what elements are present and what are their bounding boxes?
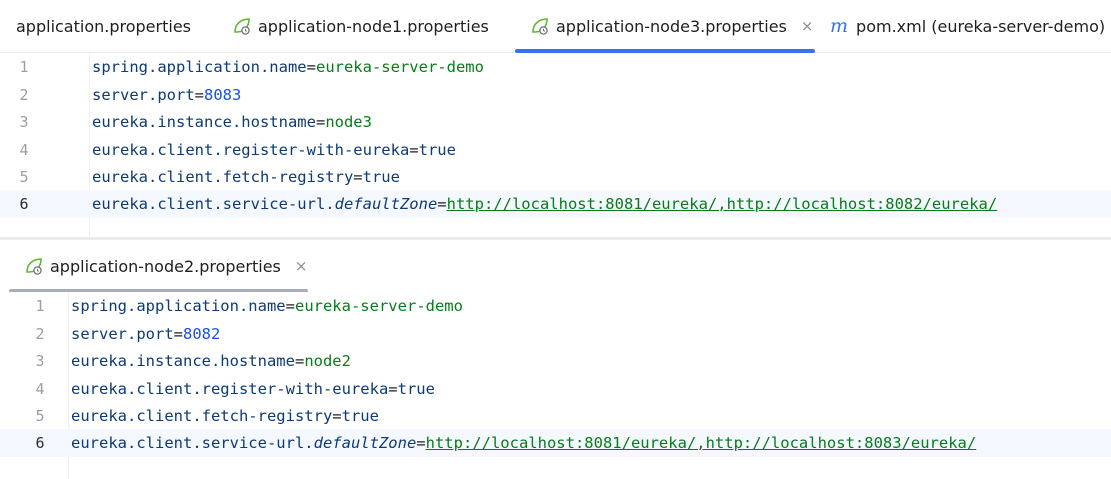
property-key: eureka.client.service-url. xyxy=(71,434,314,452)
line-number: 5 xyxy=(19,168,29,186)
bottom-editor-tab-bar: application-node2.properties × xyxy=(0,240,1111,293)
bottom-editor-pane[interactable]: 1 spring.application.name=eureka-server-… xyxy=(0,292,1111,479)
code-line[interactable]: 3 eureka.instance.hostname=node2 xyxy=(0,347,1111,375)
property-value: true xyxy=(362,168,400,186)
equals-sign: = xyxy=(285,297,295,315)
code-line[interactable]: 3 eureka.instance.hostname=node3 xyxy=(0,108,1111,136)
property-key: eureka.client.register-with-eureka xyxy=(71,380,389,398)
equals-sign: = xyxy=(416,434,426,452)
property-key: eureka.client.service-url. xyxy=(92,195,335,213)
property-key: spring.application.name xyxy=(71,297,286,315)
tab-label: application.properties xyxy=(16,16,191,36)
tab-application-node1-properties[interactable]: application-node1.properties xyxy=(232,0,489,52)
line-number: 6 xyxy=(19,195,29,213)
property-value: eureka-server-demo xyxy=(294,297,463,315)
equals-sign: = xyxy=(294,352,305,370)
line-number: 5 xyxy=(35,407,45,425)
spring-leaf-icon xyxy=(232,16,252,36)
tab-label: pom.xml (eureka-server-demo) xyxy=(856,16,1106,36)
equals-sign: = xyxy=(353,168,363,186)
spring-leaf-icon xyxy=(530,16,550,36)
tab-application-properties[interactable]: application.properties xyxy=(16,0,191,52)
code-line-current[interactable]: 6 eureka.client.service-url.defaultZone=… xyxy=(0,429,1111,457)
line-number: 3 xyxy=(35,352,45,370)
property-key: server.port xyxy=(71,325,174,343)
line-number: 1 xyxy=(35,297,45,315)
line-number: 6 xyxy=(35,434,45,452)
spring-leaf-icon xyxy=(24,256,44,276)
code-line[interactable]: 1 spring.application.name=eureka-server-… xyxy=(0,53,1111,81)
property-key: eureka.instance.hostname xyxy=(92,113,316,131)
line-number: 2 xyxy=(35,325,45,343)
equals-sign: = xyxy=(194,86,204,104)
property-value: true xyxy=(341,407,379,425)
line-number: 3 xyxy=(19,113,29,131)
property-key: eureka.instance.hostname xyxy=(71,352,295,370)
close-icon[interactable]: × xyxy=(801,17,814,35)
equals-sign: = xyxy=(173,325,183,343)
top-editor-pane[interactable]: 1 spring.application.name=eureka-server-… xyxy=(0,53,1111,238)
line-number: 2 xyxy=(19,86,29,104)
url-link[interactable]: http://localhost:8081/eureka/,http://loc… xyxy=(447,195,998,213)
code-line[interactable]: 5 eureka.client.fetch-registry=true xyxy=(0,402,1111,430)
property-value: 8083 xyxy=(204,86,242,104)
line-number: 1 xyxy=(19,58,29,76)
equals-sign: = xyxy=(409,141,419,159)
equals-sign: = xyxy=(437,195,447,213)
code-line[interactable]: 4 eureka.client.register-with-eureka=tru… xyxy=(0,375,1111,403)
property-key: eureka.client.fetch-registry xyxy=(92,168,354,186)
property-key-italic: defaultZone xyxy=(313,434,417,452)
property-value: true xyxy=(418,141,456,159)
tab-application-node2-properties[interactable]: application-node2.properties × xyxy=(24,240,307,292)
code-line[interactable]: 4 eureka.client.register-with-eureka=tru… xyxy=(0,136,1111,164)
code-line[interactable]: 5 eureka.client.fetch-registry=true xyxy=(0,163,1111,191)
top-editor-tab-bar: application.properties application-node1… xyxy=(0,0,1111,53)
property-key: spring.application.name xyxy=(92,58,307,76)
line-number: 4 xyxy=(19,141,29,159)
property-key-italic: defaultZone xyxy=(334,195,438,213)
code-line[interactable]: 1 spring.application.name=eureka-server-… xyxy=(0,292,1111,320)
code-line-current[interactable]: 6 eureka.client.service-url.defaultZone=… xyxy=(0,190,1111,218)
property-value: node2 xyxy=(304,352,351,370)
maven-icon: m xyxy=(830,15,849,37)
tab-application-node3-properties[interactable]: application-node3.properties × xyxy=(530,0,813,52)
property-value: true xyxy=(397,380,435,398)
property-value: 8082 xyxy=(183,325,221,343)
equals-sign: = xyxy=(315,113,326,131)
equals-sign: = xyxy=(306,58,316,76)
property-key: eureka.client.fetch-registry xyxy=(71,407,333,425)
close-icon[interactable]: × xyxy=(295,257,308,275)
code-line[interactable]: 2 server.port=8083 xyxy=(0,81,1111,109)
tab-pom-xml[interactable]: m pom.xml (eureka-server-demo) xyxy=(830,0,1105,52)
tab-label: application-node2.properties xyxy=(50,256,281,276)
tab-label: application-node1.properties xyxy=(258,16,489,36)
property-key: server.port xyxy=(92,86,195,104)
property-value: eureka-server-demo xyxy=(315,58,484,76)
property-key: eureka.client.register-with-eureka xyxy=(92,141,410,159)
equals-sign: = xyxy=(332,407,342,425)
line-number: 4 xyxy=(35,380,45,398)
url-link[interactable]: http://localhost:8081/eureka/,http://loc… xyxy=(426,434,977,452)
property-value: node3 xyxy=(325,113,372,131)
code-line[interactable]: 2 server.port=8082 xyxy=(0,320,1111,348)
tab-label: application-node3.properties xyxy=(556,16,787,36)
equals-sign: = xyxy=(388,380,398,398)
